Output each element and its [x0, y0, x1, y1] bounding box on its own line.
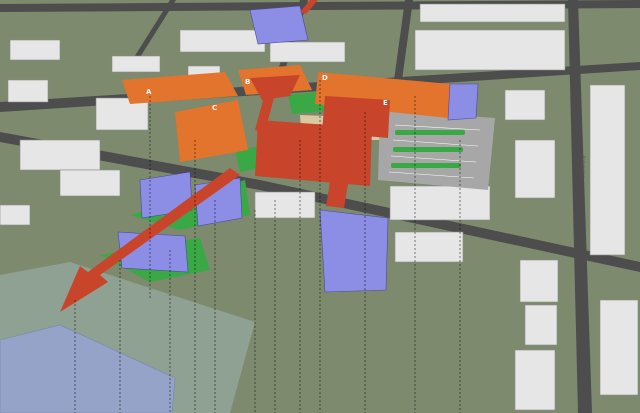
parking-lot: [378, 110, 495, 190]
site-plan-scene: A B C D E Kalamazoo: [0, 0, 640, 413]
building-b-label: B: [245, 78, 250, 86]
building-main-block: [255, 120, 372, 186]
street-label: Kalamazoo: [581, 156, 586, 178]
building-c-label: C: [212, 104, 217, 112]
building-e-label: E: [383, 99, 388, 107]
building-d-label: D: [322, 74, 328, 82]
building-a-label: A: [146, 88, 152, 96]
